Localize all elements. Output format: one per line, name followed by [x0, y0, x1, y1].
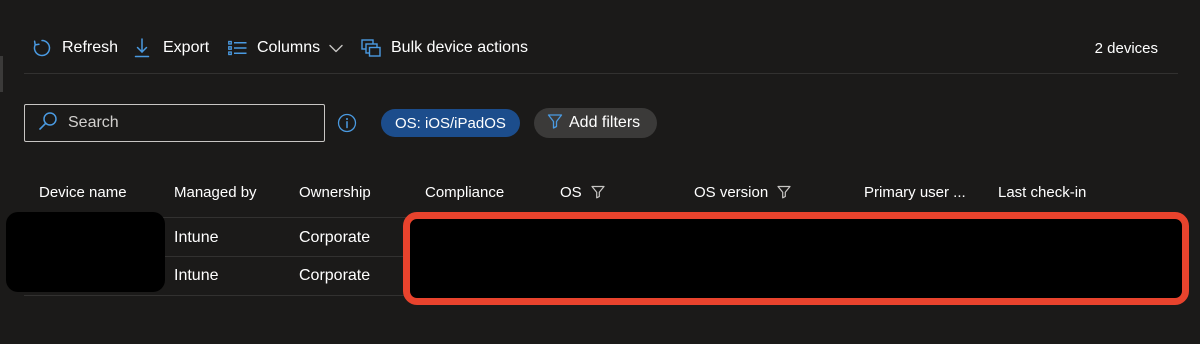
os-filter-chip-label: OS: iOS/iPadOS — [395, 114, 506, 132]
bulk-actions-icon — [361, 39, 381, 57]
download-icon — [134, 38, 150, 58]
refresh-button[interactable]: Refresh — [32, 28, 118, 68]
filter-icon[interactable] — [777, 185, 791, 199]
column-header-os-version[interactable]: OS version — [694, 180, 791, 204]
toolbar-divider — [24, 73, 1178, 74]
column-header-primary-user[interactable]: Primary user ... — [864, 180, 966, 204]
column-header-label: OS version — [694, 183, 769, 201]
columns-label: Columns — [257, 39, 321, 56]
cell-managed-by: Intune — [174, 229, 219, 246]
column-header-compliance[interactable]: Compliance — [425, 180, 504, 204]
os-filter-chip[interactable]: OS: iOS/iPadOS — [381, 109, 520, 137]
info-icon[interactable] — [337, 113, 357, 138]
column-header-label: Managed by — [174, 183, 257, 201]
column-header-os[interactable]: OS — [560, 180, 605, 204]
column-header-label: Compliance — [425, 183, 505, 201]
redacted-details-highlight — [403, 212, 1189, 305]
device-list-page: Refresh Export Columns Bulk device actio… — [0, 0, 1200, 344]
cell-managed-by: Intune — [174, 267, 219, 284]
filter-icon — [547, 113, 563, 134]
chevron-down-icon — [329, 44, 343, 53]
cell-ownership: Corporate — [299, 229, 371, 246]
export-button[interactable]: Export — [134, 28, 209, 68]
search-box[interactable] — [24, 104, 325, 142]
device-count: 2 devices — [1094, 39, 1158, 57]
search-icon — [38, 111, 58, 136]
bulk-device-actions-label: Bulk device actions — [391, 39, 528, 56]
column-header-last-check-in[interactable]: Last check-in — [998, 180, 1086, 204]
add-filters-button[interactable]: Add filters — [534, 108, 658, 138]
refresh-icon — [32, 38, 52, 58]
column-header-label: Last check-in — [998, 183, 1087, 201]
columns-list-icon — [228, 40, 247, 56]
column-header-label: Device name — [39, 183, 127, 201]
column-header-ownership[interactable]: Ownership — [299, 180, 371, 204]
command-bar: Refresh Export Columns Bulk device actio… — [0, 28, 1178, 68]
bulk-device-actions-button[interactable]: Bulk device actions — [361, 28, 528, 68]
refresh-label: Refresh — [62, 39, 119, 56]
columns-button[interactable]: Columns — [228, 28, 343, 68]
cell-ownership: Corporate — [299, 267, 371, 284]
column-header-label: OS — [560, 183, 582, 201]
add-filters-label: Add filters — [569, 114, 641, 131]
column-header-label: Ownership — [299, 183, 371, 201]
column-header-managed-by[interactable]: Managed by — [174, 180, 257, 204]
export-label: Export — [163, 39, 210, 56]
column-header-device-name[interactable]: Device name — [39, 180, 127, 204]
filter-icon[interactable] — [591, 185, 605, 199]
search-input[interactable] — [68, 114, 308, 132]
column-header-label: Primary user ... — [864, 183, 966, 201]
redacted-device-names — [6, 212, 165, 292]
